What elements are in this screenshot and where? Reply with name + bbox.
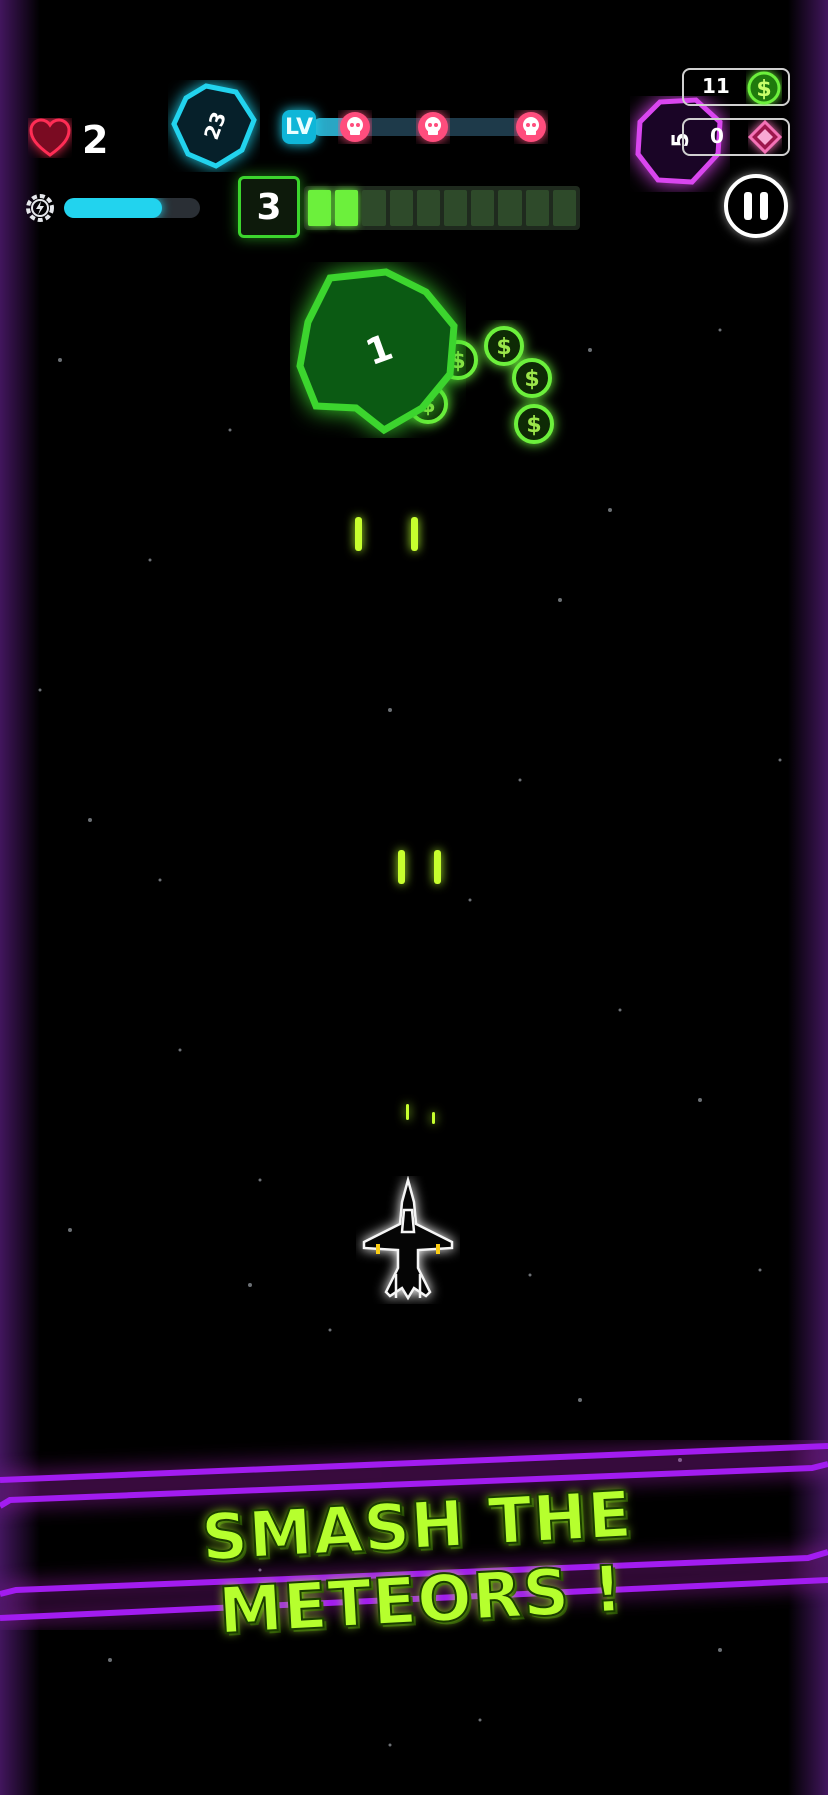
cash-value: 11 <box>702 74 730 98</box>
pause-icon-bar-left <box>744 192 752 220</box>
energy-bar <box>64 198 200 218</box>
svg-text:$: $ <box>756 77 771 102</box>
stage-progress-bar <box>304 186 580 230</box>
stage-progress-segment <box>308 190 332 226</box>
boss-skull-icon-2 <box>418 112 448 142</box>
stage-number: 3 <box>238 176 300 238</box>
cyan-meteor-indicator: 23 <box>171 83 257 169</box>
green-meteor: 1 <box>296 268 458 435</box>
pink-gem-icon <box>748 120 782 154</box>
stage-progress-segment <box>389 190 413 226</box>
pause-icon-bar-right <box>760 192 768 220</box>
bullet <box>434 850 441 884</box>
bullet-small <box>406 1104 409 1120</box>
gem-value: 0 <box>710 124 724 148</box>
stage-progress-segment <box>362 190 386 226</box>
stage-progress-segment <box>335 190 359 226</box>
svg-text:$: $ <box>496 335 511 360</box>
boss-skull-icon-1 <box>340 112 370 142</box>
stage-progress-segment <box>444 190 468 226</box>
dollar-coin-icon: $ <box>747 71 781 105</box>
stage-progress-segment <box>498 190 522 226</box>
player-jet[interactable] <box>356 1176 460 1304</box>
heart-icon <box>29 118 71 157</box>
boss-skull-icon-3 <box>516 112 546 142</box>
stage-progress-segment <box>416 190 441 226</box>
pause-button[interactable] <box>724 174 788 238</box>
bullet-small <box>432 1112 435 1124</box>
bullet <box>411 517 418 551</box>
energy-bar-fill <box>64 198 162 218</box>
stage-progress-segment <box>525 190 549 226</box>
svg-text:$: $ <box>526 413 541 438</box>
bullet <box>355 517 362 551</box>
energy-gear-icon <box>26 194 54 222</box>
lives-count: 2 <box>82 118 109 162</box>
stage-progress-segment <box>471 190 495 226</box>
stage-progress-segment <box>552 190 577 226</box>
level-badge: LV <box>282 110 316 144</box>
svg-text:$: $ <box>524 367 539 392</box>
bullet <box>398 850 405 884</box>
